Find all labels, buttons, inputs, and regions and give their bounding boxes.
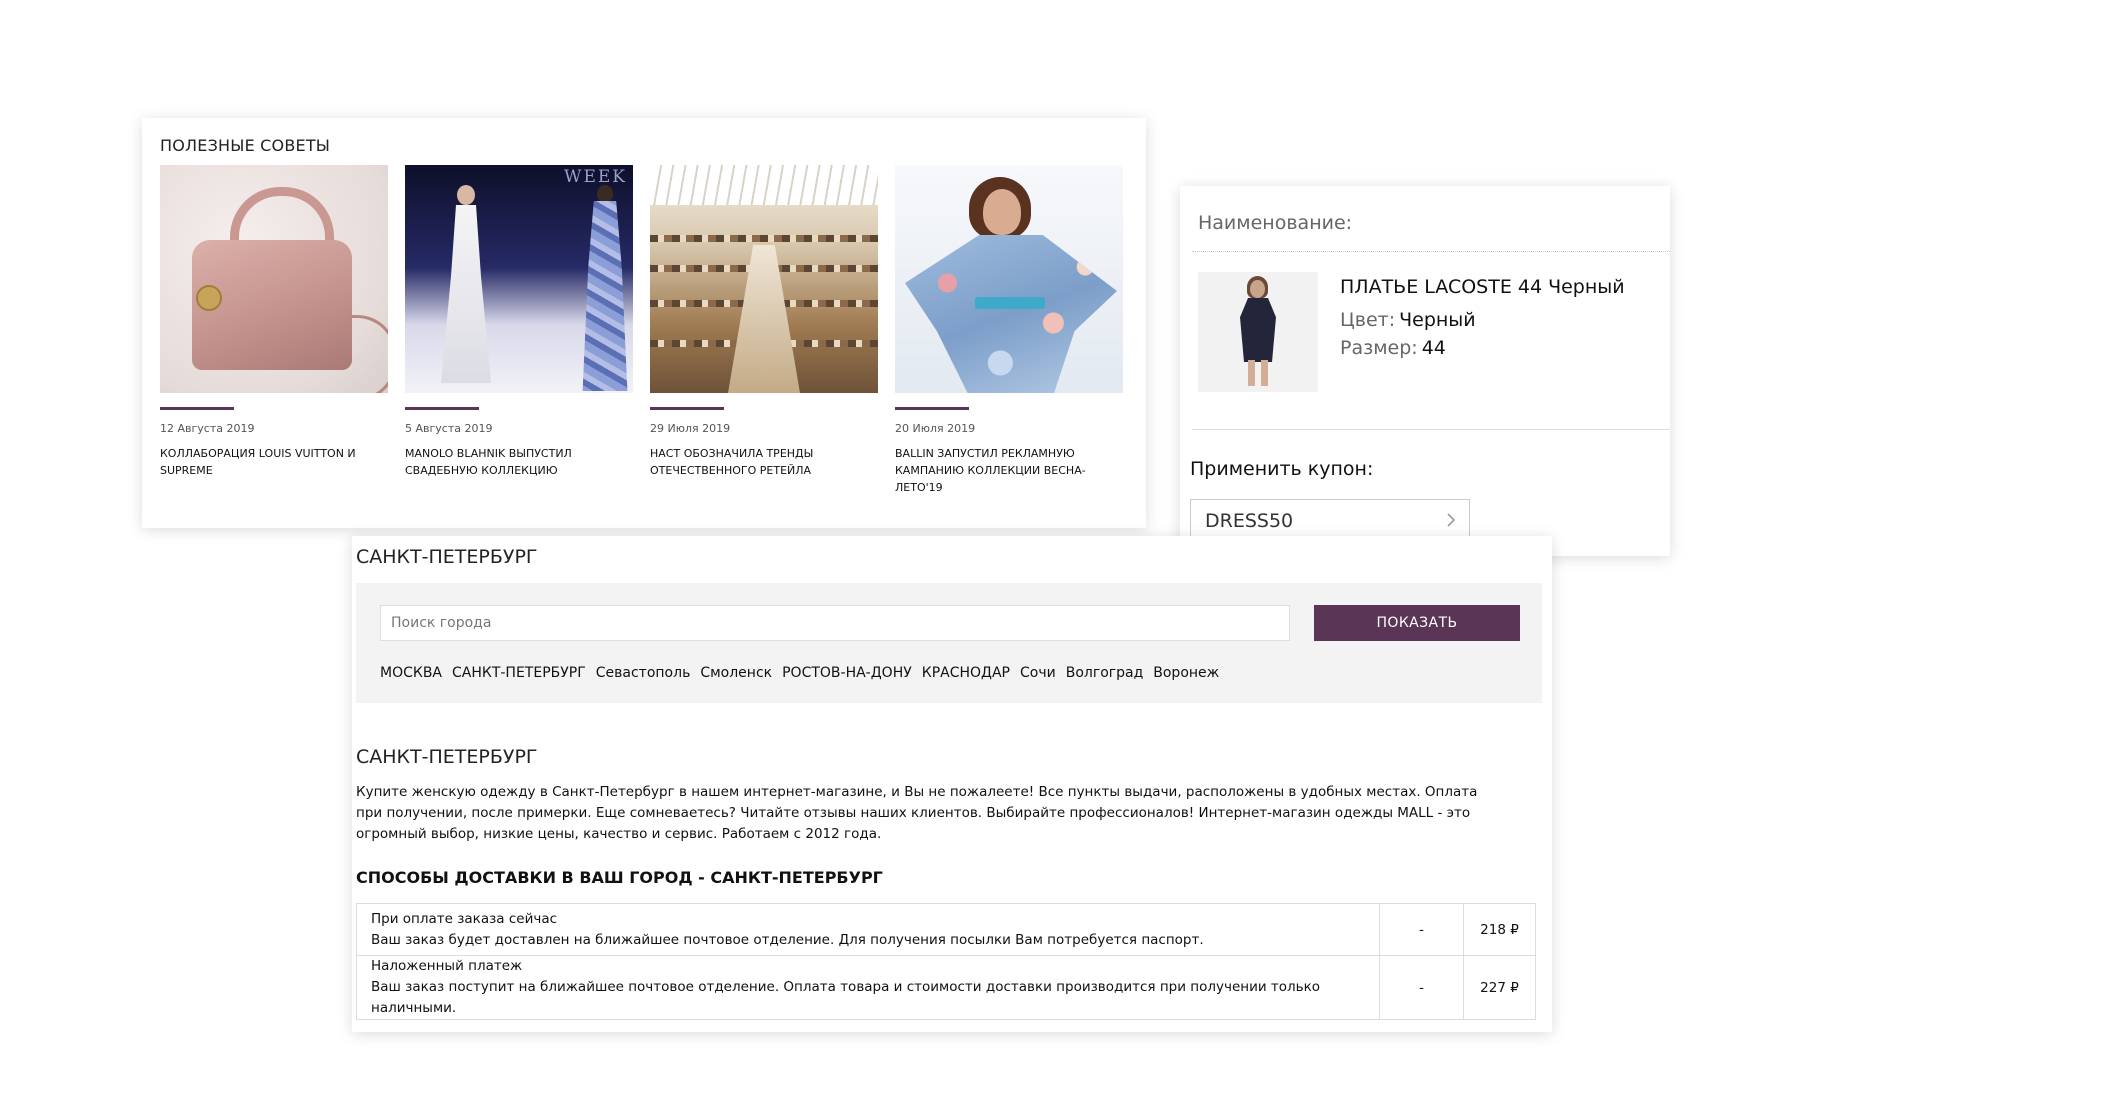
- tip-headline-link[interactable]: КОЛЛАБОРАЦИЯ LOUIS VUITTON И SUPREME: [160, 445, 375, 479]
- delivery-method-description: Ваш заказ будет доставлен на ближайшее п…: [371, 931, 1204, 948]
- tip-accent-line: [160, 407, 234, 410]
- cart-product-card: Наименование: ПЛАТЬЕ LACOSTE 44 Черный Ц…: [1180, 186, 1670, 556]
- product-name-label: Наименование:: [1198, 212, 1353, 234]
- tip-article-1[interactable]: 12 Августа 2019 КОЛЛАБОРАЦИЯ LOUIS VUITT…: [160, 165, 388, 479]
- city-link[interactable]: САНКТ-ПЕТЕРБУРГ: [452, 665, 586, 681]
- city-link[interactable]: МОСКВА: [380, 665, 442, 681]
- city-delivery-card: САНКТ-ПЕТЕРБУРГ ПОКАЗАТЬ МОСКВА САНКТ-ПЕ…: [352, 536, 1552, 1032]
- color-label: Цвет:: [1340, 309, 1396, 331]
- city-heading: САНКТ-ПЕТЕРБУРГ: [356, 546, 538, 568]
- delivery-method-title: Наложенный платеж: [371, 958, 523, 974]
- delivery-method-description: Ваш заказ поступит на ближайшее почтовое…: [371, 979, 1321, 1016]
- tip-accent-line: [895, 407, 969, 410]
- city-link[interactable]: Сочи: [1020, 665, 1056, 681]
- tip-date: 20 Июля 2019: [895, 422, 976, 435]
- city-link[interactable]: Севастополь: [596, 665, 691, 681]
- tip-image-mall[interactable]: [650, 165, 878, 393]
- size-value: 44: [1421, 337, 1446, 359]
- product-name[interactable]: ПЛАТЬЕ LACOSTE 44 Черный: [1340, 276, 1625, 298]
- delivery-heading: СПОСОБЫ ДОСТАВКИ В ВАШ ГОРОД - САНКТ-ПЕТ…: [356, 868, 883, 887]
- city-search-panel: ПОКАЗАТЬ МОСКВА САНКТ-ПЕТЕРБУРГ Севастоп…: [356, 583, 1542, 703]
- city-links: МОСКВА САНКТ-ПЕТЕРБУРГ Севастополь Смоле…: [380, 665, 1219, 681]
- product-size: Размер: 44: [1340, 337, 1446, 359]
- delivery-price: 227 ₽: [1463, 955, 1536, 1020]
- delivery-method-title: При оплате заказа сейчас: [371, 910, 558, 927]
- product-thumbnail[interactable]: [1198, 272, 1318, 392]
- tip-image-handbag[interactable]: [160, 165, 388, 393]
- tip-headline-link[interactable]: BALLIN ЗАПУСТИЛ РЕКЛАМНУЮ КАМПАНИЮ КОЛЛЕ…: [895, 445, 1110, 496]
- tip-date: 29 Июля 2019: [650, 422, 731, 435]
- seo-heading: САНКТ-ПЕТЕРБУРГ: [356, 746, 538, 768]
- color-value: Черный: [1399, 309, 1476, 331]
- coupon-input[interactable]: [1205, 506, 1435, 536]
- tip-date: 5 Августа 2019: [405, 422, 493, 435]
- tip-image-floral-dress[interactable]: [895, 165, 1123, 393]
- tip-accent-line: [650, 407, 724, 410]
- coupon-label: Применить купон:: [1190, 458, 1374, 480]
- table-row: При оплате заказа сейчас Ваш заказ будет…: [356, 903, 1536, 956]
- tip-accent-line: [405, 407, 479, 410]
- useful-tips-card: ПОЛЕЗНЫЕ СОВЕТЫ 12 Августа 2019 КОЛЛАБОР…: [142, 118, 1146, 528]
- size-label: Размер:: [1340, 337, 1418, 359]
- delivery-method-cell: При оплате заказа сейчас Ваш заказ будет…: [356, 903, 1380, 956]
- delivery-table: При оплате заказа сейчас Ваш заказ будет…: [356, 903, 1536, 1020]
- tips-title: ПОЛЕЗНЫЕ СОВЕТЫ: [160, 136, 331, 155]
- city-link[interactable]: Смоленск: [700, 665, 772, 681]
- divider: [1192, 429, 1670, 430]
- tip-headline-link[interactable]: MANOLO BLAHNIK ВЫПУСТИЛ СВАДЕБНУЮ КОЛЛЕК…: [405, 445, 620, 479]
- tip-date: 12 Августа 2019: [160, 422, 255, 435]
- chevron-right-icon[interactable]: [1441, 510, 1461, 530]
- tip-headline-link[interactable]: НАСТ ОБОЗНАЧИЛА ТРЕНДЫ ОТЕЧЕСТВЕННОГО РЕ…: [650, 445, 865, 479]
- seo-text: Купите женскую одежду в Санкт-Петербург …: [356, 784, 1478, 842]
- product-color: Цвет: Черный: [1340, 309, 1476, 331]
- tip-article-2[interactable]: WEEK 5 Августа 2019 MANOLO BLAHNIK ВЫПУС…: [405, 165, 633, 479]
- city-link[interactable]: Волгоград: [1066, 665, 1144, 681]
- tip-article-3[interactable]: 29 Июля 2019 НАСТ ОБОЗНАЧИЛА ТРЕНДЫ ОТЕЧ…: [650, 165, 878, 479]
- delivery-term: -: [1379, 955, 1464, 1020]
- city-search-input[interactable]: [380, 605, 1290, 641]
- coupon-field: [1190, 499, 1470, 539]
- divider: [1192, 251, 1670, 252]
- delivery-term: -: [1379, 903, 1464, 956]
- city-link[interactable]: КРАСНОДАР: [922, 665, 1010, 681]
- tip-article-4[interactable]: 20 Июля 2019 BALLIN ЗАПУСТИЛ РЕКЛАМНУЮ К…: [895, 165, 1123, 496]
- tip-image-runway[interactable]: WEEK: [405, 165, 633, 393]
- delivery-method-cell: Наложенный платеж Ваш заказ поступит на …: [356, 955, 1380, 1020]
- delivery-price: 218 ₽: [1463, 903, 1536, 956]
- table-row: Наложенный платеж Ваш заказ поступит на …: [356, 955, 1536, 1020]
- show-button[interactable]: ПОКАЗАТЬ: [1314, 605, 1520, 641]
- city-link[interactable]: РОСТОВ-НА-ДОНУ: [782, 665, 912, 681]
- city-link[interactable]: Воронеж: [1153, 665, 1219, 681]
